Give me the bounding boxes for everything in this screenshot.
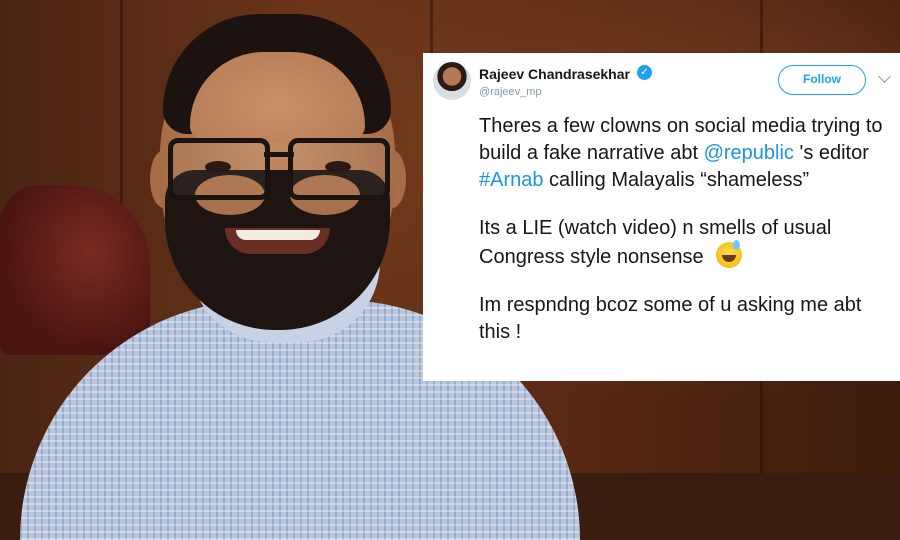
tweet-text-segment: 's editor — [793, 142, 869, 164]
tweet-text-segment: Its a LIE (watch video) n smells of usua… — [479, 217, 832, 268]
eyeglasses — [168, 138, 390, 200]
author-name[interactable]: Rajeev Chandrasekhar — [479, 66, 630, 82]
tweet-paragraph: Im respndng bcoz some of u asking me abt… — [479, 292, 889, 346]
glasses-lens — [288, 138, 390, 200]
chair — [0, 185, 150, 355]
tweet-text-segment: Im respndng bcoz some of u asking me abt… — [479, 294, 862, 343]
glasses-lens — [168, 138, 270, 200]
chevron-down-icon[interactable] — [878, 70, 891, 83]
author-handle[interactable]: @rajeev_mp — [479, 86, 542, 98]
person-eye — [325, 161, 351, 173]
person-teeth — [236, 230, 320, 240]
mention-link[interactable]: @republic — [704, 142, 794, 164]
tweet-card: Rajeev Chandrasekhar ✓ @rajeev_mp Follow… — [423, 53, 900, 381]
grinning-face-with-sweat-icon — [715, 240, 742, 268]
avatar[interactable] — [433, 62, 471, 100]
verified-badge-icon: ✓ — [637, 65, 652, 80]
tweet-text: Theres a few clowns on social media tryi… — [479, 113, 889, 367]
hashtag-link[interactable]: #Arnab — [479, 169, 544, 191]
person-eye — [205, 161, 231, 173]
tweet-text-segment: calling Malayalis “shameless” — [543, 169, 810, 191]
tweet-paragraph: Its a LIE (watch video) n smells of usua… — [479, 215, 889, 271]
tweet-paragraph: Theres a few clowns on social media tryi… — [479, 113, 889, 194]
follow-button[interactable]: Follow — [778, 65, 866, 95]
